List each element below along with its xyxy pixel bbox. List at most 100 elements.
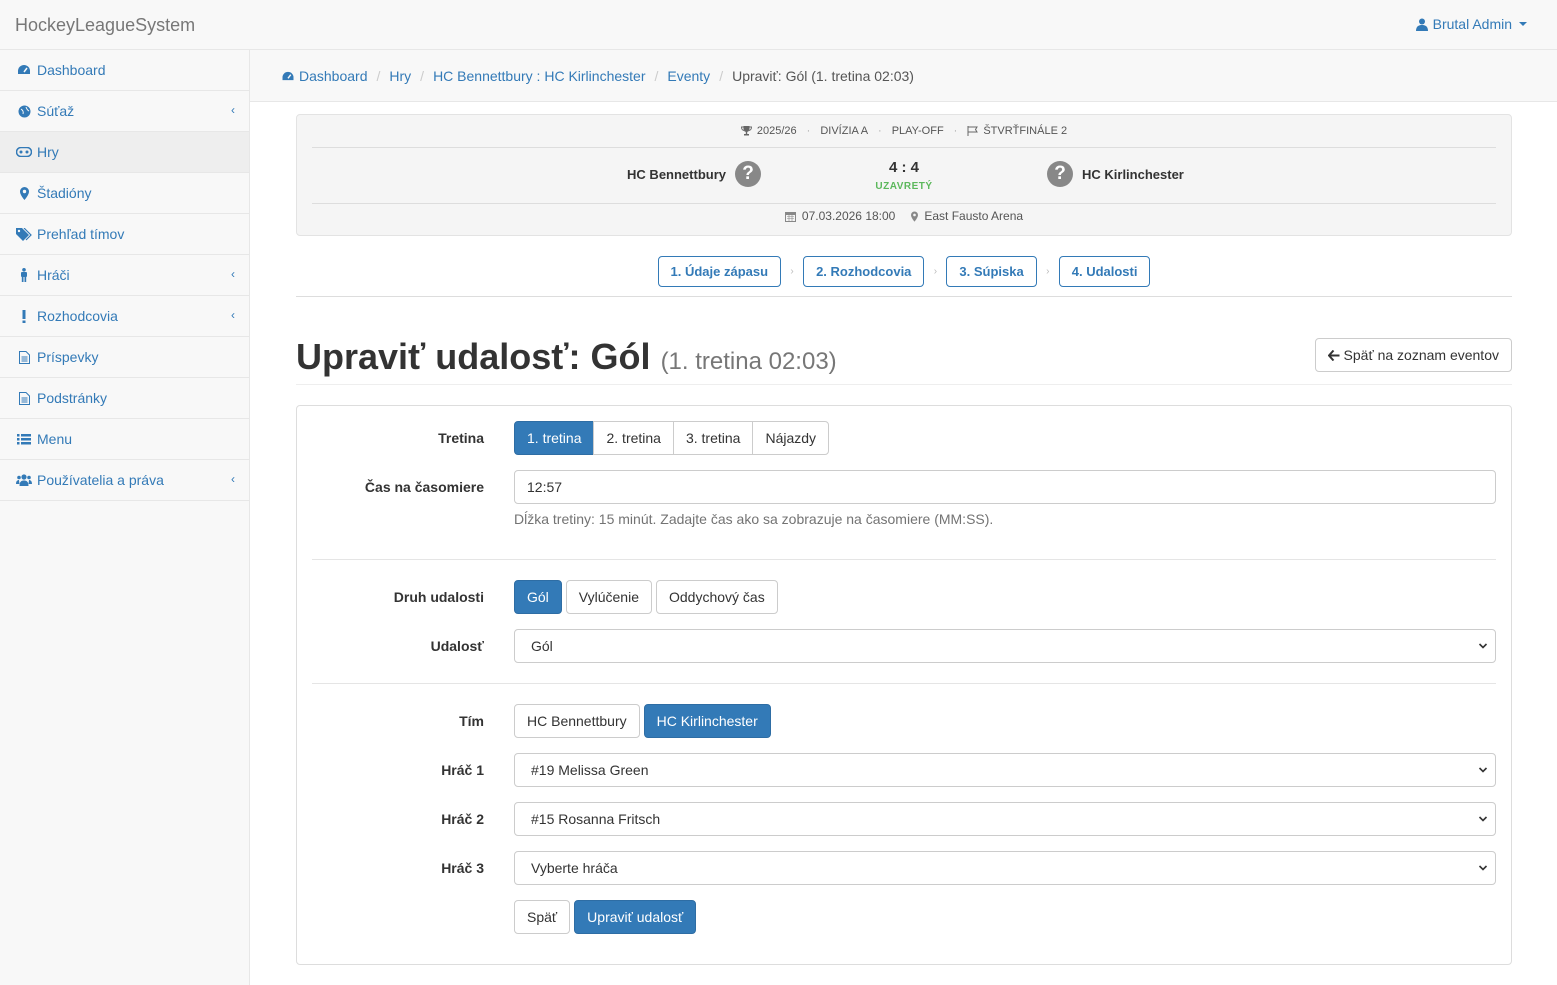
sidebar-item-label: Prehľad tímov <box>37 226 125 242</box>
period-2-button[interactable]: 2. tretina <box>593 421 674 455</box>
round-label: ŠTVRŤFINÁLE 2 <box>983 125 1068 137</box>
form-actions: Späť Upraviť udalosť <box>514 900 697 934</box>
breadcrumb-separator: / <box>719 68 724 84</box>
period-3-button[interactable]: 3. tretina <box>672 421 754 455</box>
breadcrumb-dashboard[interactable]: Dashboard <box>281 68 368 84</box>
step-rozhodcovia[interactable]: 2. Rozhodcovia <box>803 256 925 287</box>
brand-title[interactable]: HockeyLeagueSystem <box>15 15 195 36</box>
page-title: Upraviť udalosť: Gól (1. tretina 02:03) <box>296 336 837 378</box>
event-type-timeout-button[interactable]: Oddychový čas <box>655 580 778 614</box>
chevron-left-icon: ‹ <box>231 103 235 117</box>
sidebar-item-pouzivatelia[interactable]: Používatelia a práva ‹ <box>0 460 249 501</box>
chevron-down-icon <box>1478 865 1488 871</box>
sidebar-item-rozhodcovia[interactable]: Rozhodcovia ‹ <box>0 296 249 337</box>
divider <box>312 683 1496 684</box>
sidebar-item-menu[interactable]: Menu <box>0 419 249 460</box>
sidebar-item-label: Štadióny <box>37 185 92 201</box>
chevron-down-icon <box>1478 643 1488 649</box>
chevron-right-icon: › <box>1046 266 1050 277</box>
match-status: UZAVRETÝ <box>875 181 933 192</box>
player3-select-value: Vyberte hráča <box>531 860 618 876</box>
team-away-button[interactable]: HC Kirlinchester <box>643 704 771 738</box>
player2-select-value: #15 Rosanna Fritsch <box>531 811 661 827</box>
sidebar-item-prispevky[interactable]: Príspevky <box>0 337 249 378</box>
breadcrumb-hry[interactable]: Hry <box>389 68 411 84</box>
wizard-steps: 1. Údaje zápasu › 2. Rozhodcovia › 3. Sú… <box>296 256 1512 297</box>
breadcrumb: Dashboard / Hry / HC Bennettbury : HC Ki… <box>281 68 914 84</box>
venue-label: East Fausto Arena <box>924 209 1024 223</box>
event-type-penalty-button[interactable]: Vylúčenie <box>565 580 652 614</box>
datetime-label: 07.03.2026 18:00 <box>801 209 896 223</box>
sidebar-item-label: Menu <box>37 431 73 447</box>
sidebar-item-dashboard[interactable]: Dashboard <box>0 50 249 91</box>
breadcrumb-eventy[interactable]: Eventy <box>667 68 710 84</box>
sidebar-item-hry[interactable]: Hry <box>0 132 249 173</box>
breadcrumb-current: Upraviť: Gól (1. tretina 02:03) <box>732 68 914 84</box>
event-type-goal-button[interactable]: Gól <box>514 580 562 614</box>
time-input-value: 12:57 <box>527 479 563 495</box>
player1-select[interactable]: #19 Melissa Green <box>514 753 1496 787</box>
meta-dot: · <box>806 125 811 137</box>
divider <box>312 147 1496 148</box>
sidebar-item-hraci[interactable]: Hráči ‹ <box>0 255 249 296</box>
page-title-row: Upraviť udalosť: Gól (1. tretina 02:03) … <box>296 330 1512 385</box>
match-when-where: 07.03.2026 18:00 East Fausto Arena <box>297 209 1511 223</box>
event-label: Udalosť <box>430 638 484 654</box>
gamepad-icon <box>16 147 32 157</box>
sidebar: Dashboard Súťaž ‹ Hry Štadióny Prehľad t… <box>0 50 250 985</box>
period-1-button[interactable]: 1. tretina <box>514 421 595 455</box>
list-icon <box>16 433 32 445</box>
match-venue: East Fausto Arena <box>911 209 1023 223</box>
map-marker-icon <box>16 186 32 200</box>
player2-label: Hráč 2 <box>441 811 484 827</box>
step-supiska[interactable]: 3. Súpiska <box>946 256 1037 287</box>
calendar-icon <box>784 211 796 222</box>
sidebar-item-sutaz[interactable]: Súťaž ‹ <box>0 91 249 132</box>
dashboard-icon <box>16 64 32 76</box>
submit-button[interactable]: Upraviť udalosť <box>574 900 697 934</box>
step-udaje-zapasu[interactable]: 1. Údaje zápasu <box>657 256 782 287</box>
flag-icon <box>967 126 979 136</box>
player2-select[interactable]: #15 Rosanna Fritsch <box>514 802 1496 836</box>
phase-label: PLAY-OFF <box>891 125 944 137</box>
round: ŠTVRŤFINÁLE 2 <box>967 125 1067 137</box>
period-label: Tretina <box>438 430 484 446</box>
arrow-left-icon <box>1327 349 1340 361</box>
breadcrumb-separator: / <box>654 68 659 84</box>
step-udalosti[interactable]: 4. Udalosti <box>1058 256 1151 287</box>
time-label: Čas na časomiere <box>364 479 484 495</box>
user-menu[interactable]: Brutal Admin <box>1415 16 1527 32</box>
team-buttons: HC Bennettbury HC Kirlinchester <box>514 704 771 738</box>
back-to-events-button[interactable]: Späť na zoznam eventov <box>1314 338 1512 372</box>
caret-down-icon <box>1519 22 1527 26</box>
breadcrumb-match[interactable]: HC Bennettbury : HC Kirlinchester <box>433 68 645 84</box>
sidebar-item-stadiony[interactable]: Štadióny <box>0 173 249 214</box>
chevron-right-icon: › <box>790 266 794 277</box>
page-title-text: Upraviť udalosť: Gól <box>296 336 651 377</box>
sidebar-item-prehlad-timov[interactable]: Prehľad tímov <box>0 214 249 255</box>
sidebar-item-podstranky[interactable]: Podstránky <box>0 378 249 419</box>
trophy-icon <box>740 126 752 136</box>
match-datetime: 07.03.2026 18:00 <box>784 209 896 223</box>
top-navbar: HockeyLeagueSystem Brutal Admin <box>0 0 1557 50</box>
map-marker-icon <box>911 210 919 222</box>
meta-dot: · <box>878 125 882 137</box>
tags-icon <box>16 227 32 241</box>
time-input[interactable]: 12:57 <box>514 470 1496 504</box>
away-team-logo-placeholder: ? <box>1047 161 1073 187</box>
divider <box>312 559 1496 560</box>
division-label: DIVÍZIA A <box>820 125 869 137</box>
player3-select[interactable]: Vyberte hráča <box>514 851 1496 885</box>
team-label: Tím <box>459 713 484 729</box>
team-home-button[interactable]: HC Bennettbury <box>514 704 640 738</box>
page-subtitle: (1. tretina 02:03) <box>660 348 837 375</box>
sidebar-item-label: Hry <box>37 144 59 160</box>
cancel-button[interactable]: Späť <box>514 900 571 934</box>
event-select[interactable]: Gól <box>514 629 1496 663</box>
chevron-right-icon: › <box>933 266 938 277</box>
dashboard-icon <box>282 71 294 80</box>
away-team-name: HC Kirlinchester <box>1082 166 1184 182</box>
player1-select-value: #19 Melissa Green <box>531 762 649 778</box>
shootout-button[interactable]: Nájazdy <box>752 421 830 455</box>
event-type-label: Druh udalosti <box>393 589 484 605</box>
